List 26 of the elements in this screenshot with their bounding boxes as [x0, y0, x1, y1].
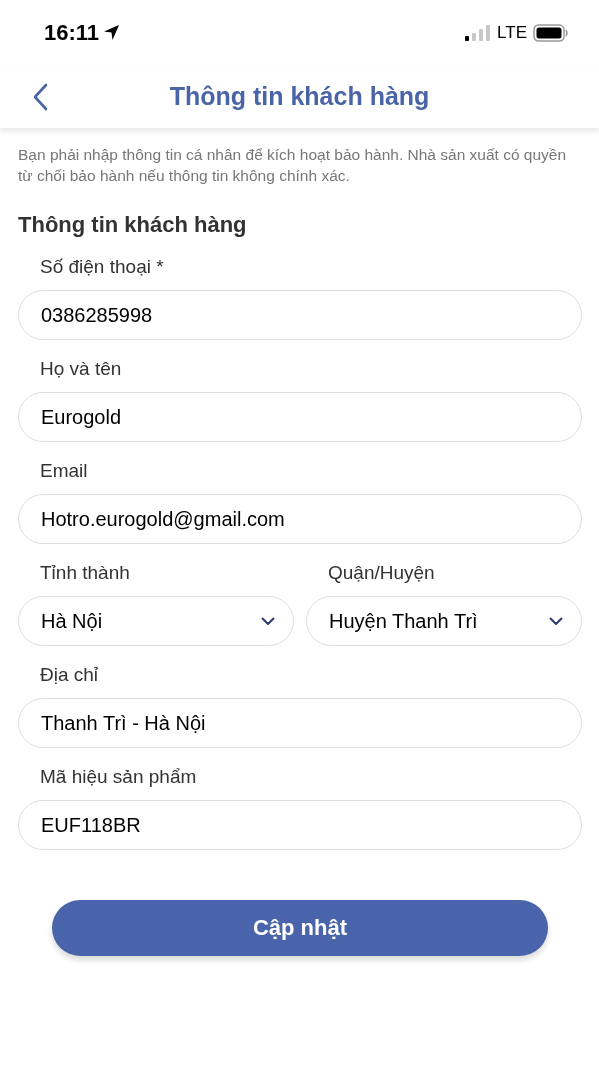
section-title: Thông tin khách hàng — [18, 212, 248, 238]
field-label: Email — [39, 460, 89, 482]
location-arrow-icon — [103, 24, 121, 41]
page-title: Thông tin khách hàng — [169, 82, 430, 111]
field-label: Địa chỉ — [39, 664, 100, 686]
input-field[interactable]: EUF118BR — [18, 800, 582, 850]
update-button[interactable]: Cập nhật — [52, 900, 548, 956]
field-label: Tỉnh thành — [39, 562, 131, 584]
field-label: Họ và tên — [39, 358, 123, 380]
input-field[interactable]: Eurogold — [18, 392, 582, 442]
chevron-down-icon — [549, 616, 563, 626]
input-field[interactable]: Thanh Trì - Hà Nội — [18, 698, 582, 748]
field-label: Mã hiệu sản phẩm — [39, 766, 198, 788]
back-icon[interactable] — [32, 83, 48, 111]
battery-icon — [533, 23, 569, 42]
status-time: 16:11 — [44, 19, 100, 46]
field-label: Số điện thoại * — [39, 256, 165, 278]
dropdown-field[interactable]: Huyện Thanh Trì — [306, 596, 582, 646]
network-label: LTE — [497, 22, 527, 43]
notice-text: Bạn phải nhập thông tin cá nhân để kích hoạt bảo hành. Nhà sản xuất có quyền từ chối bảo hành nếu thông tin không chính xác. — [18, 145, 568, 186]
input-field[interactable]: Hotro.eurogold@gmail.com — [18, 494, 582, 544]
dropdown-field[interactable]: Hà Nội — [18, 596, 294, 646]
signal-icon — [465, 24, 492, 41]
input-field[interactable]: 0386285998 — [18, 290, 582, 340]
field-label: Quận/Huyện — [327, 562, 436, 584]
chevron-down-icon — [261, 616, 275, 626]
